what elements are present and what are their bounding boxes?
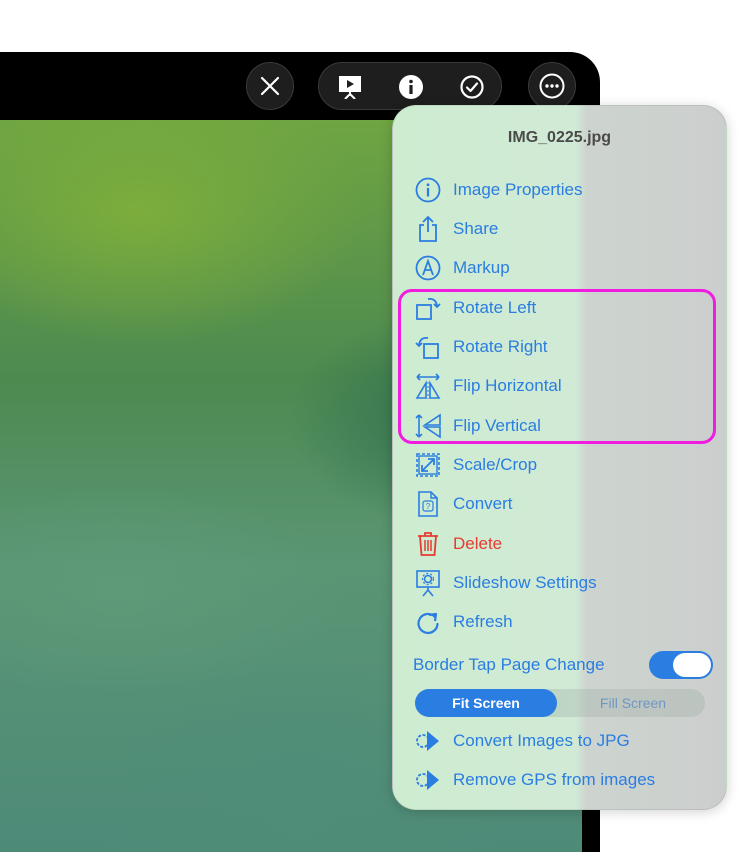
border-tap-toggle[interactable] — [649, 651, 713, 679]
convert-icon: ? — [413, 489, 443, 519]
trash-icon — [413, 529, 443, 559]
toolbar-group — [318, 62, 502, 110]
segment-fill-screen[interactable]: Fill Screen — [561, 689, 705, 717]
menu-item-label: Share — [453, 219, 499, 238]
markup-icon — [413, 253, 443, 283]
close-button[interactable] — [246, 62, 294, 110]
menu-item-scale-crop[interactable]: Scale/Crop — [413, 450, 713, 480]
context-menu: IMG_0225.jpg Image Properties Share Mark… — [392, 105, 727, 810]
menu-item-label: Convert — [453, 494, 513, 513]
menu-item-delete[interactable]: Delete — [413, 529, 713, 559]
more-icon — [539, 73, 565, 99]
menu-item-refresh[interactable]: Refresh — [413, 607, 713, 637]
menu-item-label: Refresh — [453, 612, 513, 631]
slideshow-icon[interactable] — [338, 75, 362, 99]
border-tap-label: Border Tap Page Change — [413, 655, 605, 674]
menu-item-label: Convert Images to JPG — [453, 731, 630, 750]
menu-item-markup[interactable]: Markup — [413, 253, 713, 283]
menu-item-label: Slideshow Settings — [453, 573, 597, 592]
segment-fit-screen[interactable]: Fit Screen — [415, 689, 557, 717]
menu-item-label: Markup — [453, 258, 510, 277]
slideshow-settings-icon — [413, 568, 443, 598]
svg-text:?: ? — [426, 502, 431, 511]
menu-item-convert[interactable]: ? Convert — [413, 489, 713, 519]
menu-item-label: Image Properties — [453, 180, 583, 199]
extension-remove-gps[interactable]: Remove GPS from images — [413, 765, 713, 795]
close-icon — [260, 76, 280, 96]
share-icon — [413, 214, 443, 244]
extension-gear-icon — [413, 726, 443, 756]
fit-mode-segmented-control: Fit Screen Fill Screen — [415, 689, 705, 717]
checkmark-icon[interactable] — [460, 75, 484, 99]
more-button[interactable] — [528, 62, 576, 110]
info-circle-icon — [413, 175, 443, 205]
extension-convert-jpg[interactable]: Convert Images to JPG — [413, 726, 713, 756]
menu-item-label: Remove GPS from images — [453, 770, 656, 789]
menu-item-image-properties[interactable]: Image Properties — [413, 175, 713, 205]
highlight-box — [398, 289, 716, 444]
menu-title: IMG_0225.jpg — [507, 129, 612, 146]
info-icon[interactable] — [399, 75, 423, 99]
border-tap-row: Border Tap Page Change — [413, 651, 713, 681]
menu-item-label: Scale/Crop — [453, 455, 538, 474]
scale-crop-icon — [413, 450, 443, 480]
extension-gear-icon — [413, 765, 443, 795]
menu-item-slideshow-settings[interactable]: Slideshow Settings — [413, 568, 713, 598]
menu-item-label: Delete — [453, 534, 503, 553]
menu-item-share[interactable]: Share — [413, 214, 713, 244]
refresh-icon — [413, 607, 443, 637]
